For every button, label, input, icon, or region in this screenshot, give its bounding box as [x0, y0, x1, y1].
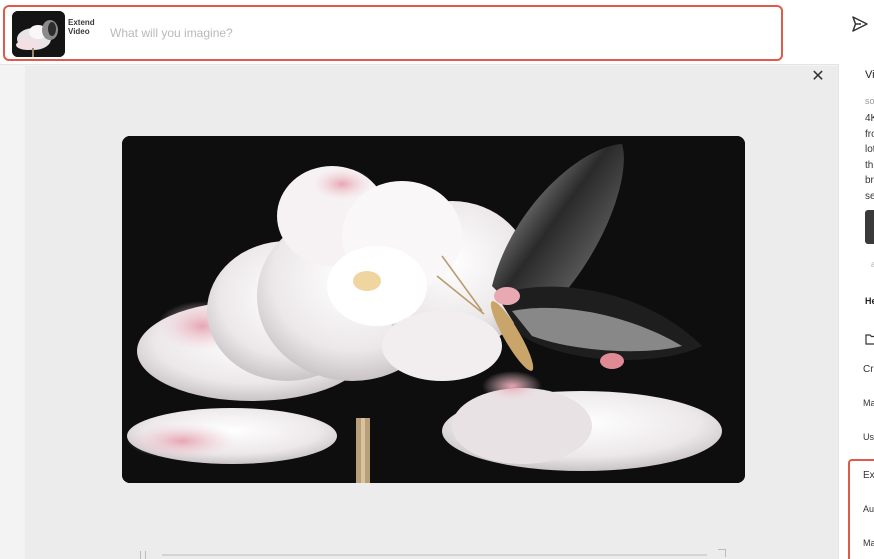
video-preview[interactable] [122, 136, 745, 483]
fullscreen-icon[interactable] [718, 549, 726, 557]
manual-option[interactable]: Ma [863, 538, 874, 548]
flower-thumbnail-image [12, 11, 65, 57]
panel-item[interactable]: Cr [863, 364, 874, 375]
folder-icon[interactable] [865, 332, 874, 350]
source-video-thumbnail[interactable] [12, 11, 65, 57]
details-panel: Vi so 4K fro lot th br se a He Cr Ma Us … [838, 64, 874, 559]
pause-icon[interactable] [140, 551, 146, 559]
video-scrubber[interactable] [140, 549, 730, 559]
description-line: se [865, 190, 874, 202]
send-icon [851, 15, 869, 38]
description-line: fro [865, 128, 874, 140]
extend-video-label: Extend Video [68, 18, 95, 36]
send-button[interactable] [846, 12, 874, 40]
panel-source: so [865, 96, 874, 106]
prompt-input[interactable] [108, 20, 752, 46]
section-heading: He [865, 296, 874, 306]
description-line: br [865, 175, 874, 186]
description-line: lot [865, 144, 874, 155]
close-button[interactable]: ✕ [806, 64, 830, 88]
reference-thumbnail[interactable] [865, 210, 874, 244]
prompt-description: 4K fro lot th br se [865, 111, 874, 204]
description-line: th [865, 159, 874, 171]
description-line: 4K [865, 113, 874, 124]
prompt-box: Extend Video [3, 5, 783, 61]
auto-option[interactable]: Au [863, 504, 874, 514]
scrubber-track[interactable] [162, 554, 707, 556]
prompt-bar: Extend Video [0, 0, 874, 65]
flower-butterfly-image [122, 136, 745, 483]
panel-title: Vi [865, 69, 874, 81]
extend-option[interactable]: Ex [863, 470, 874, 481]
panel-item[interactable]: Ma [863, 398, 874, 408]
close-icon: ✕ [811, 68, 825, 85]
panel-item[interactable]: Us [863, 432, 874, 442]
